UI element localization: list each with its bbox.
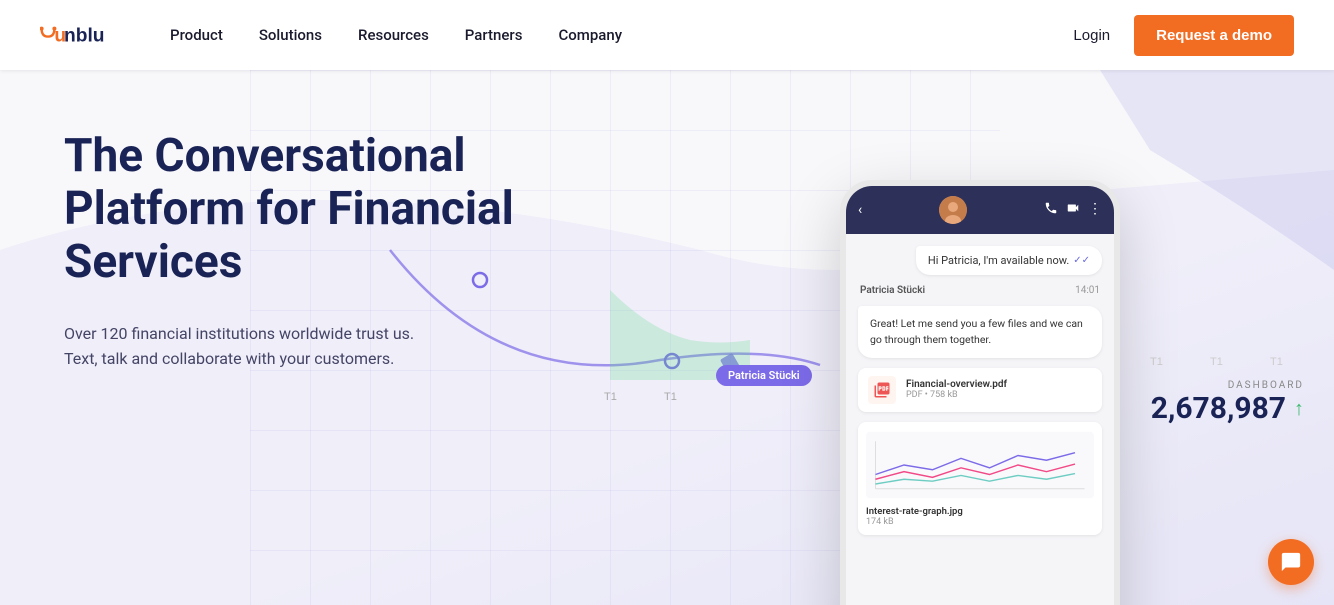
pdf-icon xyxy=(868,376,896,404)
float-chat-button[interactable] xyxy=(1268,539,1314,585)
nav-partners[interactable]: Partners xyxy=(465,26,523,44)
file-info: Financial-overview.pdf PDF • 758 kB xyxy=(906,379,1007,400)
svg-text:nblu: nblu xyxy=(64,25,105,46)
phone-back-icon[interactable]: ‹ xyxy=(858,202,862,218)
nav-solutions[interactable]: Solutions xyxy=(259,26,322,44)
svg-text:T1: T1 xyxy=(1270,356,1283,368)
dashboard-label: DASHBOARD xyxy=(1151,380,1304,391)
more-icon[interactable]: ⋮ xyxy=(1088,201,1102,219)
chat-time: 14:01 xyxy=(1075,285,1100,296)
greeting-bubble: Hi Patricia, I'm available now. ✓✓ xyxy=(916,246,1102,275)
chart-preview xyxy=(866,430,1094,500)
nav-company[interactable]: Company xyxy=(558,26,622,44)
nav-resources[interactable]: Resources xyxy=(358,26,429,44)
call-icon[interactable] xyxy=(1044,201,1058,219)
phone-topbar: ‹ xyxy=(846,186,1114,234)
phone-mockup: ‹ xyxy=(840,180,1120,605)
logo[interactable]: u nblu xyxy=(40,17,120,53)
navbar: u nblu Product Solutions Resources Partn… xyxy=(0,0,1334,70)
hero-section: T1 T1 T1 T1 T1 4 The Conversational Plat… xyxy=(0,70,1334,605)
nav-links: Product Solutions Resources Partners Com… xyxy=(170,26,1073,44)
check-icon: ✓✓ xyxy=(1073,255,1090,266)
image-filename: Interest-rate-graph.jpg xyxy=(866,506,1094,517)
dashboard-value: 2,678,987 xyxy=(1151,391,1286,426)
image-card[interactable]: Interest-rate-graph.jpg 174 kB xyxy=(858,422,1102,535)
demo-button[interactable]: Request a demo xyxy=(1134,15,1294,56)
patricia-tag: Patricia Stücki xyxy=(716,365,812,386)
dashboard-arrow: ↑ xyxy=(1294,396,1304,421)
hero-content: The Conversational Platform for Financia… xyxy=(64,130,584,372)
message-bubble: Great! Let me send you a few files and w… xyxy=(858,306,1102,358)
nav-product[interactable]: Product xyxy=(170,26,223,44)
svg-text:T1: T1 xyxy=(1150,356,1163,368)
image-filesize: 174 kB xyxy=(866,517,1094,527)
chat-meta: Patricia Stücki 14:01 xyxy=(858,285,1102,296)
file-card[interactable]: Financial-overview.pdf PDF • 758 kB xyxy=(858,368,1102,412)
dashboard-widget: DASHBOARD 2,678,987 ↑ xyxy=(1151,380,1304,426)
svg-text:T1: T1 xyxy=(1210,356,1223,368)
hero-heading: The Conversational Platform for Financia… xyxy=(64,130,584,289)
hero-subtext: Over 120 financial institutions worldwid… xyxy=(64,321,504,372)
login-button[interactable]: Login xyxy=(1073,27,1110,44)
chat-area: Hi Patricia, I'm available now. ✓✓ Patri… xyxy=(846,234,1114,605)
nav-right: Login Request a demo xyxy=(1073,15,1294,56)
chat-sender: Patricia Stücki xyxy=(860,285,925,296)
phone-action-icons: ⋮ xyxy=(1044,201,1102,219)
video-icon[interactable] xyxy=(1066,201,1080,219)
phone-avatar xyxy=(939,196,967,224)
